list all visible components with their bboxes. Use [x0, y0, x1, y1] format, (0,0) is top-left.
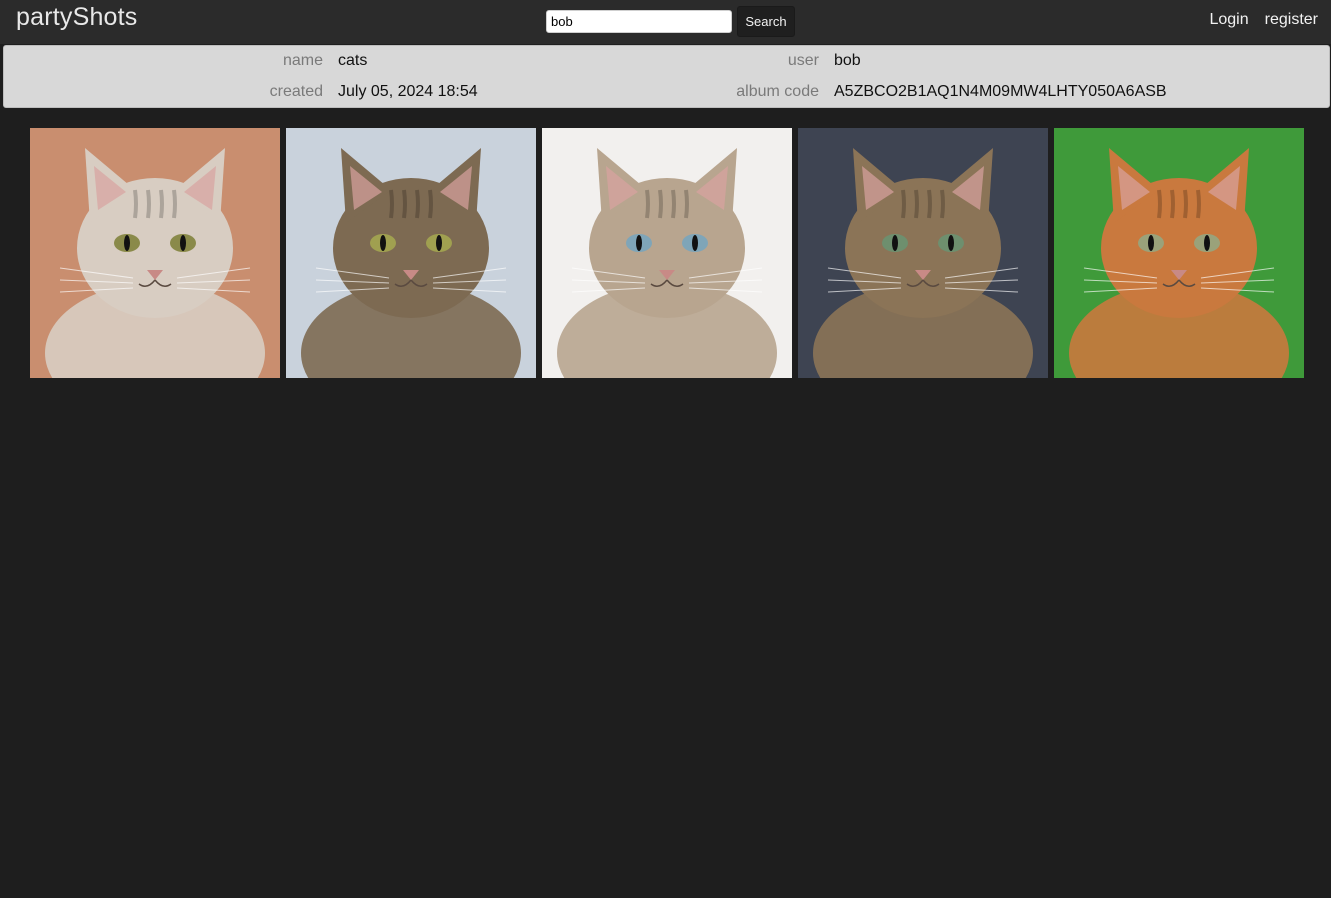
album-code-label: album code: [736, 83, 819, 100]
album-info-panel: name cats user bob created July 05, 2024…: [3, 45, 1330, 108]
cat-photo: [286, 128, 536, 378]
album-created: July 05, 2024 18:54: [338, 83, 478, 100]
login-link[interactable]: Login: [1209, 11, 1248, 29]
search-form: Search: [546, 6, 795, 37]
album-name: cats: [338, 52, 368, 69]
nav-links: Login register: [1209, 11, 1318, 29]
album-user: bob: [834, 52, 861, 69]
cat-photo: [1054, 128, 1304, 378]
photo-thumbnail[interactable]: [30, 128, 280, 378]
info-row: created July 05, 2024 18:54 album code A…: [4, 77, 1329, 109]
album-code: A5ZBCO2B1AQ1N4M09MW4LHTY050A6ASB: [834, 83, 1167, 100]
created-label: created: [269, 83, 323, 100]
photo-thumbnail[interactable]: [1054, 128, 1304, 378]
photo-thumbnail[interactable]: [798, 128, 1048, 378]
info-row: name cats user bob: [4, 46, 1329, 78]
cat-photo: [542, 128, 792, 378]
cat-photo: [30, 128, 280, 378]
search-input[interactable]: [546, 10, 732, 33]
brand-logo[interactable]: partyShots: [16, 3, 138, 32]
top-navbar: partyShots Search Login register: [0, 0, 1331, 44]
name-label: name: [282, 52, 323, 69]
photo-thumbnail[interactable]: [542, 128, 792, 378]
photo-gallery: [30, 128, 1304, 378]
search-button[interactable]: Search: [737, 6, 795, 37]
register-link[interactable]: register: [1265, 11, 1318, 29]
cat-photo: [798, 128, 1048, 378]
user-label: user: [787, 52, 819, 69]
photo-thumbnail[interactable]: [286, 128, 536, 378]
